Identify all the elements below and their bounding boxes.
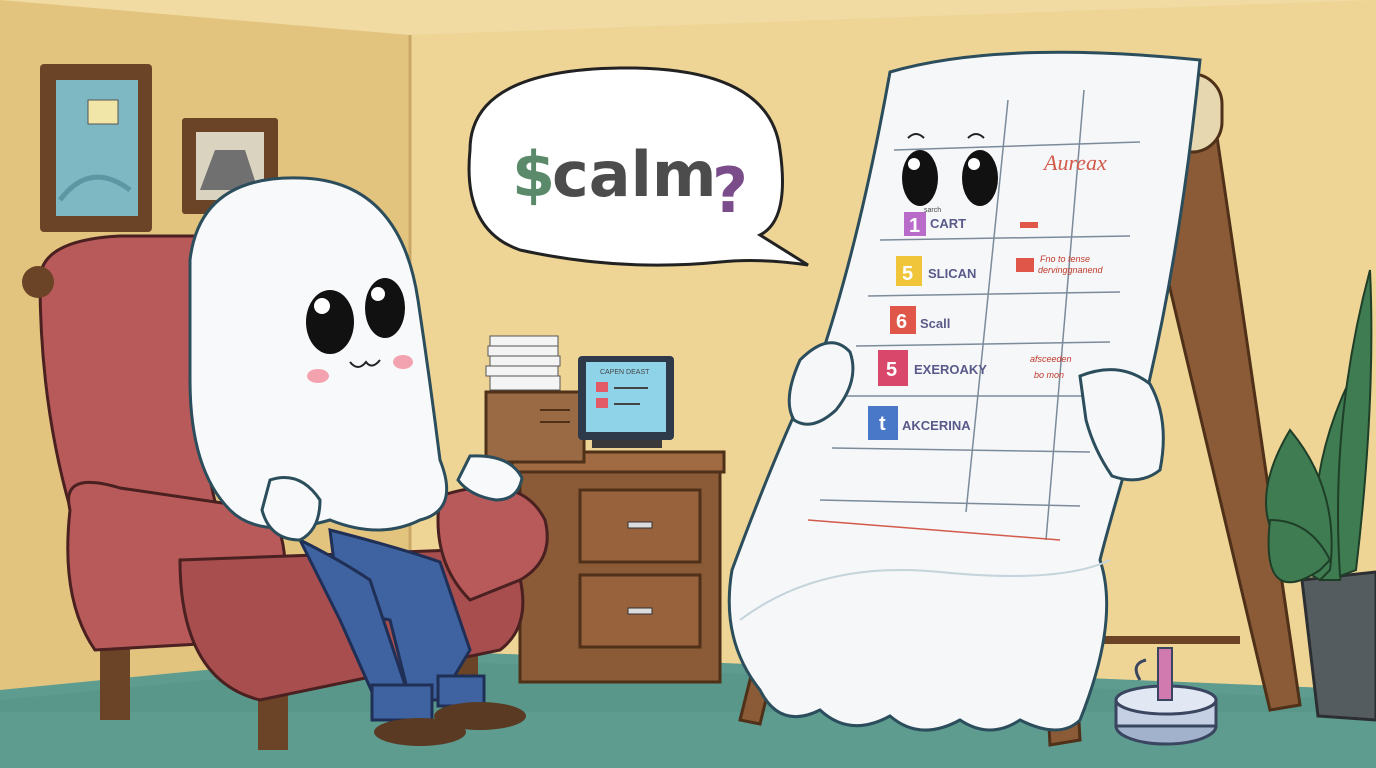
svg-text:t: t [879, 413, 886, 435]
svg-text:bo mon: bo mon [1034, 370, 1064, 380]
svg-text:6: 6 [896, 311, 907, 333]
cartoon-scene: $ calm ? CAPEN DEAST Aureax 1 CART sarch… [0, 0, 1376, 768]
svg-text:EXEROAKY: EXEROAKY [914, 362, 987, 377]
svg-text:Fno to tense: Fno to tense [1040, 254, 1090, 264]
speech-question-mark: ? [712, 154, 748, 227]
svg-text:sarch: sarch [924, 207, 941, 214]
speech-dollar-sign: $ [512, 138, 555, 211]
svg-text:afsceeden: afsceeden [1030, 354, 1072, 364]
wall-picture-large [40, 64, 152, 232]
svg-text:5: 5 [902, 263, 913, 285]
computer-monitor: CAPEN DEAST [578, 356, 674, 448]
desk [510, 450, 726, 684]
flipchart-header: Aureax [1042, 150, 1107, 175]
svg-text:5: 5 [886, 359, 897, 381]
svg-text:SLICAN: SLICAN [928, 266, 976, 281]
svg-text:dervinggnanend: dervinggnanend [1038, 265, 1104, 275]
svg-text:AKCERINA: AKCERINA [902, 418, 971, 433]
speech-word: calm [552, 138, 716, 211]
monitor-screen-text: CAPEN DEAST [600, 369, 650, 376]
svg-text:CART: CART [930, 216, 966, 231]
svg-text:1: 1 [909, 215, 920, 237]
svg-text:Scall: Scall [920, 316, 950, 331]
